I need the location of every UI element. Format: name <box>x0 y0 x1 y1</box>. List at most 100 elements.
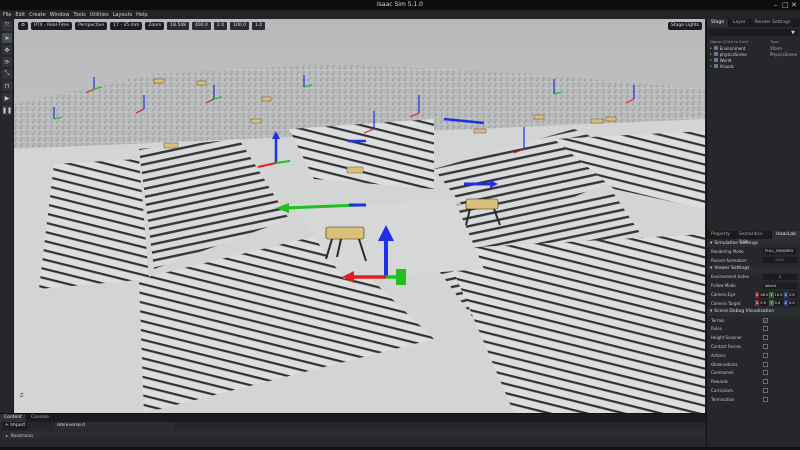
zoom-field[interactable]: 18.548 <box>167 22 190 30</box>
debug-row-height-scanner: Height Scanner <box>707 333 800 342</box>
camera-target-z[interactable]: 0.0 <box>788 300 797 307</box>
viewport-field-4[interactable]: 100.0 <box>230 22 249 30</box>
camera-button[interactable]: Perspective <box>75 22 108 30</box>
menu-help[interactable]: Help <box>136 12 147 18</box>
rules-checkbox[interactable] <box>763 326 768 332</box>
row-label: Follow Mode <box>711 283 736 289</box>
contact-forces-checkbox[interactable] <box>763 344 768 350</box>
menu-window[interactable]: Window <box>50 12 70 18</box>
tab-stage[interactable]: Stage <box>707 19 730 27</box>
viewport-field-3[interactable]: 2.0 <box>213 22 228 30</box>
camera-eye-z[interactable]: 2.6 <box>788 291 797 298</box>
row-label: Rules <box>711 326 722 332</box>
tab-console[interactable]: Console <box>27 414 54 422</box>
row-label: Rewards <box>711 379 728 385</box>
row-environment-index: Environment Index 1 <box>707 273 800 282</box>
filter-icon[interactable]: ▼ <box>791 30 795 36</box>
content-tabs: Content Console <box>0 414 706 422</box>
debug-row-terrain: Terrain ✓ <box>707 316 800 325</box>
play-icon[interactable]: ▶ <box>2 93 12 103</box>
tab-content[interactable]: Content <box>0 414 27 422</box>
maximize-button[interactable]: □ <box>782 0 789 10</box>
rewards-checkbox[interactable] <box>763 379 768 385</box>
menu-layouts[interactable]: Layouts <box>113 12 133 18</box>
section-viewer-settings[interactable]: ▾ Viewer Settings <box>707 264 800 273</box>
height-scanner-checkbox[interactable] <box>763 335 768 341</box>
left-toolbar: ⤧ ➤ ✥ ⟳ ⤡ ⊓ ▶ ❚❚ <box>0 19 14 413</box>
minimize-button[interactable]: – <box>774 0 778 10</box>
lens-button[interactable]: 17 - 35 mm <box>110 22 143 30</box>
stage-lights-button[interactable]: Stage Lights <box>667 22 702 30</box>
render-mode-button[interactable]: RTX - Real-Time <box>31 22 73 30</box>
viewport[interactable]: ⚙ RTX - Real-Time Perspective 17 - 35 mm… <box>14 19 705 413</box>
menu-utilities[interactable]: Utilities <box>90 12 109 18</box>
tab-property[interactable]: Property <box>707 231 736 239</box>
camera-eye-x[interactable]: 48.5 <box>759 291 769 298</box>
bookmarks-item[interactable]: ▸ Bookmarks <box>2 431 704 439</box>
menu-edit[interactable]: Edit <box>15 12 25 18</box>
expand-icon[interactable]: ▸ <box>710 64 712 68</box>
terrain-checkbox[interactable]: ✓ <box>763 317 768 323</box>
environment-index-field[interactable]: 1 <box>763 273 797 280</box>
camera-target-y[interactable]: 0.0 <box>773 300 783 307</box>
follow-mode-dropdown[interactable]: World <box>763 282 797 289</box>
menu-file[interactable]: File <box>3 12 11 18</box>
actions-checkbox[interactable] <box>763 352 768 358</box>
row-label: Observations <box>711 361 738 367</box>
viewport-field-5[interactable]: 1.0 <box>251 22 266 30</box>
xform-icon <box>713 46 718 50</box>
column-name[interactable]: Name (Click to Sort) <box>710 39 770 44</box>
column-type[interactable]: Type <box>770 39 779 44</box>
observations-checkbox[interactable] <box>763 361 768 367</box>
menu-tools[interactable]: Tools <box>73 12 85 18</box>
rotate-icon[interactable]: ⟳ <box>2 57 12 67</box>
tab-semantics[interactable]: Semantics Edit... <box>735 231 773 245</box>
row-label: Contact Forces <box>711 344 741 350</box>
expand-icon[interactable]: ▸ <box>710 58 712 62</box>
close-button[interactable]: ✕ <box>791 0 797 10</box>
debug-row-termination: Termination <box>707 395 800 404</box>
stage-search[interactable]: ▼ <box>709 29 798 36</box>
tab-render-settings[interactable]: Render Settings <box>751 19 796 27</box>
expand-icon[interactable]: ▸ <box>710 52 712 56</box>
section-debug-visualization[interactable]: ▾ Scene Debug Visualization <box>707 307 800 316</box>
import-button[interactable]: + Import <box>2 422 29 430</box>
rendering-mode-dropdown[interactable]: FULL_RENDERI <box>763 248 797 255</box>
tree-item-physicsscene[interactable]: ▸ physicsScene PhysicsScene <box>707 51 800 57</box>
row-label: Height Scanner <box>711 335 742 341</box>
debug-row-commands: Commands <box>707 369 800 378</box>
tree-item-type: PhysicsScene <box>770 51 797 57</box>
curriculum-checkbox[interactable] <box>763 388 768 394</box>
pause-icon[interactable]: ❚❚ <box>2 105 12 115</box>
move-icon[interactable]: ✥ <box>2 45 12 55</box>
section-simulation-settings[interactable]: ▾ Simulation Settings <box>707 239 800 247</box>
row-camera-target: Camera Target X 0.0 Y 0.0 Z 0.0 <box>707 299 800 308</box>
viewport-field-2[interactable]: 400.0 <box>192 22 211 30</box>
record-animation-button[interactable]: Start <box>763 257 797 264</box>
tab-isaaclab[interactable]: IsaacLab <box>772 231 800 239</box>
tree-item-label: Environment <box>719 45 746 51</box>
path-field[interactable]: omniverse:// <box>54 422 175 430</box>
select-icon[interactable]: ⤧ <box>2 21 12 31</box>
termination-checkbox[interactable] <box>763 396 768 402</box>
tab-layer[interactable]: Layer <box>729 19 751 27</box>
menu-create[interactable]: Create <box>29 12 46 18</box>
zoom-label: Zoom <box>145 22 165 30</box>
camera-target-x[interactable]: 0.0 <box>759 300 769 307</box>
pointer-icon[interactable]: ➤ <box>2 33 12 43</box>
expand-icon[interactable]: ▸ <box>710 46 712 50</box>
row-label: Curriculum <box>711 388 733 394</box>
row-follow-mode: Follow Mode World <box>707 281 800 290</box>
content-panel: Content Console + Import omniverse:// ▸ … <box>0 413 706 447</box>
tree-item-visuals[interactable]: ▸ Visuals <box>707 63 800 69</box>
snap-icon[interactable]: ⊓ <box>2 81 12 91</box>
debug-row-rewards: Rewards <box>707 377 800 386</box>
scale-icon[interactable]: ⤡ <box>2 69 12 79</box>
window-title: Isaac Sim 5.1.0 <box>377 1 423 8</box>
viewport-settings-button[interactable]: ⚙ <box>18 22 29 30</box>
scene-render <box>14 19 705 413</box>
camera-eye-y[interactable]: 10.5 <box>773 291 783 298</box>
commands-checkbox[interactable] <box>763 370 768 376</box>
stage-column-header: Name (Click to Sort) Type <box>707 38 800 45</box>
axis-indicator: Z <box>20 393 24 399</box>
